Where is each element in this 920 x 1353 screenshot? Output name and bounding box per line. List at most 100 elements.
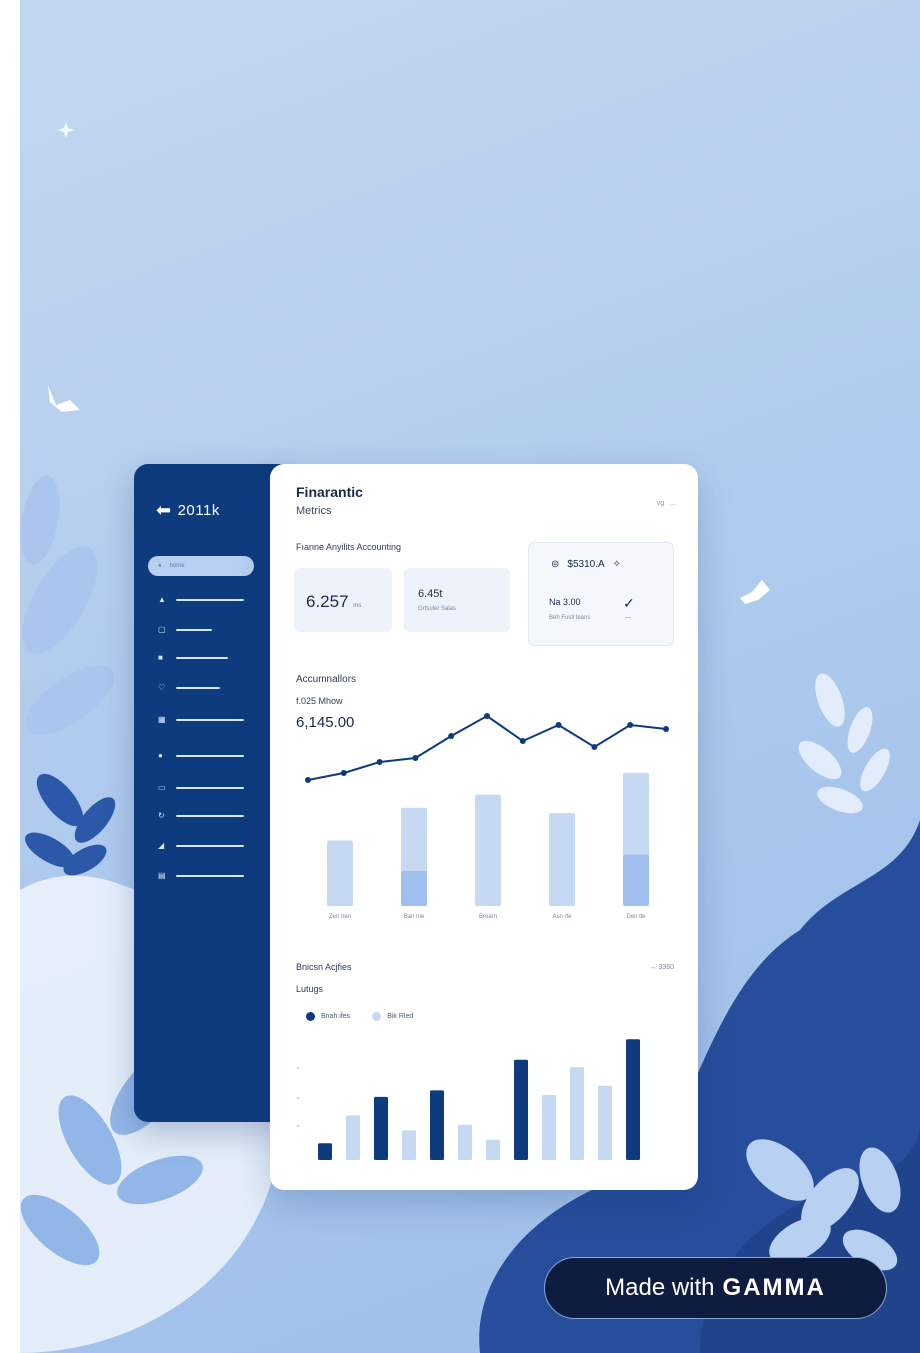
calendar-icon: ▭ xyxy=(158,783,166,792)
check-icon: ✓ xyxy=(623,595,635,611)
sidebar-item-line xyxy=(176,719,244,721)
user-icon: ● xyxy=(158,751,163,760)
made-with-gamma-badge[interactable]: Made with GAMMA xyxy=(544,1257,887,1319)
line-series xyxy=(307,714,667,781)
bar-upper xyxy=(475,794,501,906)
x-tick-label: Asn rte xyxy=(552,914,572,920)
sidebar-item-4[interactable]: ♡ xyxy=(158,684,220,692)
section-label: Fıanne Anyilits Accounting xyxy=(296,542,402,552)
x-tick-label: Brearn xyxy=(479,914,497,920)
sidebar-item-line xyxy=(176,845,244,847)
budget-chart xyxy=(297,1039,640,1160)
y-tick-mark xyxy=(297,1097,299,1099)
x-tick-label: Zen tren xyxy=(329,914,351,920)
sidebar-item-line xyxy=(176,815,244,817)
right-leaves-white xyxy=(798,673,890,814)
stat-card-label: Na 3.00 xyxy=(549,597,581,607)
sidebar-item-6[interactable]: ● xyxy=(158,752,244,760)
main-panel: Finarantic Metrics vg ... Fıanne Anyilit… xyxy=(270,464,698,1190)
sidebar-item-line xyxy=(176,629,212,631)
coin-icon: ⊜ xyxy=(551,559,560,570)
top-controls: vg ... xyxy=(657,500,676,507)
sidebar-item-active[interactable]: ● home xyxy=(148,556,254,576)
line-point xyxy=(448,733,455,739)
stat-card-sub: Beh Fusll teans xyxy=(549,615,591,621)
bar-light xyxy=(598,1085,612,1160)
bar-light xyxy=(346,1115,360,1160)
line-point xyxy=(376,759,383,765)
home-icon: ▲ xyxy=(158,595,166,604)
bar-light xyxy=(570,1067,584,1160)
home-icon: ● xyxy=(158,563,162,569)
bar-upper xyxy=(549,813,575,906)
stat-card-2[interactable]: 6.45t Grtsuler Salas xyxy=(404,568,510,632)
budget-link[interactable]: → 3360 xyxy=(649,964,674,971)
budget-title: Bnicsn Acjfies xyxy=(296,962,352,972)
sidebar-item-line xyxy=(176,875,244,877)
bird-icon xyxy=(740,580,770,604)
sidebar-item-2[interactable]: ▢ xyxy=(158,626,212,634)
sparkle-icon: ✧ xyxy=(612,559,622,570)
sidebar-active-label: home xyxy=(169,563,185,569)
bar-upper xyxy=(327,840,353,906)
stat-card-value: $5310.A xyxy=(567,559,605,570)
sidebar-item-line xyxy=(176,787,244,789)
badge-made-text: Made with xyxy=(605,1274,715,1301)
stat-card-sub: Grtsuler Salas xyxy=(418,606,457,612)
line-point xyxy=(412,755,419,761)
line-point xyxy=(627,722,634,728)
accumulators-chart: Zen tren Ban nle Brearn Asn rte Den tle xyxy=(305,713,669,920)
grid-icon: ▦ xyxy=(158,715,166,724)
dark-leaves-left xyxy=(25,773,116,876)
line-point xyxy=(484,713,490,719)
y-tick-mark xyxy=(297,1125,299,1127)
sparkle-icon xyxy=(58,122,74,138)
bar-light xyxy=(402,1130,416,1160)
stat-card-value: 6.257 ms xyxy=(306,592,362,611)
bar-dark xyxy=(374,1096,388,1160)
chart-icon: ◢ xyxy=(158,841,165,850)
logo[interactable]: ⬅ 2011k xyxy=(156,500,220,521)
line-point xyxy=(663,726,669,732)
sidebar-item-line xyxy=(176,599,244,601)
sidebar-item-5[interactable]: ▦ xyxy=(158,716,244,724)
refresh-icon: ↻ xyxy=(158,811,165,820)
more-menu-button[interactable]: ... xyxy=(670,500,676,507)
sidebar-item-9[interactable]: ◢ xyxy=(158,842,244,850)
page-title: Finarantic xyxy=(296,484,363,500)
badge-brand-text: GAMMA xyxy=(722,1274,826,1301)
sidebar-item-10[interactable]: ▤ xyxy=(158,872,244,880)
sidebar-item-line xyxy=(176,687,220,689)
folder-icon: ■ xyxy=(158,653,163,662)
bar-light xyxy=(542,1095,556,1160)
bar-dark xyxy=(318,1143,332,1160)
sidebar-item-1[interactable]: ▲ xyxy=(158,596,244,604)
line-point xyxy=(340,770,347,776)
x-tick-label: Den tle xyxy=(626,914,646,920)
stat-card-3[interactable]: ⊜ $5310.A ✧ Na 3.00 Beh Fusll teans ✓ — xyxy=(528,542,674,646)
line-point xyxy=(555,722,562,728)
bird-icon xyxy=(48,385,80,412)
bar-dark xyxy=(514,1059,528,1160)
sidebar: ⬅ 2011k ● home ▲ ▢ ■ ♡ ▦ ● ▭ ↻ ◢ ▤ xyxy=(134,464,284,1122)
shield-icon: ♡ xyxy=(158,683,166,692)
budget-sub: Lutugs xyxy=(296,984,324,994)
line-point xyxy=(591,744,598,750)
stat-card-sub-dash: — xyxy=(625,615,631,621)
bar-dark xyxy=(430,1090,444,1160)
sidebar-item-7[interactable]: ▭ xyxy=(158,784,244,792)
stat-card-1[interactable]: 6.257 ms xyxy=(294,568,392,632)
bar-lower xyxy=(623,854,649,906)
settings-icon: ▤ xyxy=(158,871,166,880)
logo-arrow-icon: ⬅ xyxy=(156,500,172,520)
sidebar-item-3[interactable]: ■ xyxy=(158,654,228,662)
bar-light xyxy=(486,1139,500,1160)
view-toggle[interactable]: vg xyxy=(657,500,664,507)
y-tick-mark xyxy=(297,1067,299,1069)
sidebar-item-line xyxy=(176,755,244,757)
stat-card-header: ⊜ $5310.A ✧ xyxy=(551,559,621,570)
sidebar-item-8[interactable]: ↻ xyxy=(158,812,244,820)
bar-dark xyxy=(626,1039,640,1160)
logo-text: 2011k xyxy=(177,502,220,519)
x-tick-label: Ban nle xyxy=(404,914,425,920)
